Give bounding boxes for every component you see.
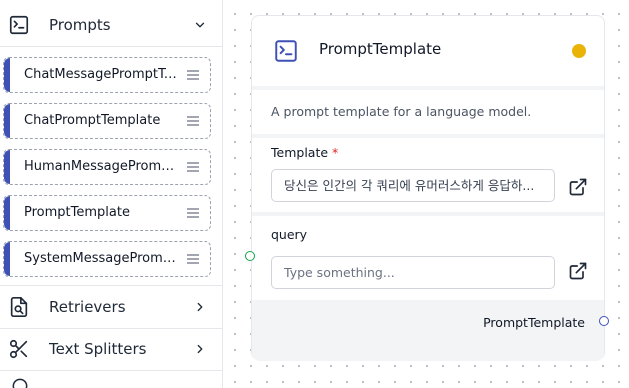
chevron-down-icon[interactable] xyxy=(193,18,207,32)
terminal-square-icon xyxy=(9,15,29,35)
sidebar-item-humanmessageprompttemplate[interactable]: HumanMessagePrompt... xyxy=(3,149,211,185)
sidebar-item-chatprompttemplate[interactable]: ChatPromptTemplate xyxy=(3,103,211,139)
drag-handle-icon[interactable] xyxy=(186,207,200,219)
node-description: A prompt template for a language model. xyxy=(271,104,532,119)
file-search-icon xyxy=(10,297,28,317)
drag-handle-icon[interactable] xyxy=(186,69,200,81)
item-accent xyxy=(4,150,10,184)
chevron-right-icon[interactable] xyxy=(193,300,207,314)
sidebar-item-label: SystemMessagePrompt... xyxy=(24,251,182,266)
terminal-square-icon xyxy=(275,40,297,62)
sidebar-item-chatmessageprompttemplate[interactable]: ChatMessagePromptTe... xyxy=(3,57,211,93)
chevron-right-icon[interactable] xyxy=(193,342,207,356)
node-header: PromptTemplate xyxy=(252,16,604,86)
category-retrievers[interactable]: Retrievers xyxy=(0,285,222,329)
query-input-handle[interactable] xyxy=(245,251,255,261)
item-accent xyxy=(4,196,10,230)
item-accent xyxy=(4,104,10,138)
sidebar-item-label: ChatPromptTemplate xyxy=(24,113,161,128)
output-handle[interactable] xyxy=(599,316,609,326)
drag-handle-icon[interactable] xyxy=(186,253,200,265)
drag-handle-icon[interactable] xyxy=(186,161,200,173)
external-link-icon[interactable] xyxy=(568,261,588,281)
tool-icon xyxy=(12,378,28,388)
category-text-splitters[interactable]: Text Splitters xyxy=(0,328,222,371)
output-label: PromptTemplate xyxy=(483,315,585,330)
scissors-icon xyxy=(9,339,28,359)
node-description-box: A prompt template for a language model. xyxy=(252,90,604,134)
template-label: Template * xyxy=(271,145,339,160)
status-indicator xyxy=(572,44,586,58)
prompt-template-node[interactable]: PromptTemplate A prompt template for a l… xyxy=(251,15,605,361)
drag-handle-icon[interactable] xyxy=(186,115,200,127)
sidebar-item-label: PromptTemplate xyxy=(24,205,130,220)
sidebar-item-systemmessageprompttemplate[interactable]: SystemMessagePrompt... xyxy=(3,241,211,277)
template-input[interactable]: 당신은 인간의 각 쿼리에 유머러스하게 응답하... xyxy=(271,169,555,202)
sidebar: Prompts ChatMessagePromptTe... ChatPromp… xyxy=(0,0,223,388)
query-field: query Type something... xyxy=(252,216,604,300)
item-accent xyxy=(4,242,10,276)
sidebar-item-label: ChatMessagePromptTe... xyxy=(24,67,182,82)
item-accent xyxy=(4,58,10,92)
external-link-icon[interactable] xyxy=(568,177,588,197)
node-title: PromptTemplate xyxy=(319,40,442,58)
sidebar-item-prompttemplate[interactable]: PromptTemplate xyxy=(3,195,211,231)
category-prompts[interactable]: Prompts xyxy=(0,4,222,47)
category-label: Retrievers xyxy=(49,298,126,316)
query-label: query xyxy=(271,227,308,242)
template-field: Template * 당신은 인간의 각 쿼리에 유머러스하게 응답하... xyxy=(252,138,604,212)
category-label: Text Splitters xyxy=(49,340,147,358)
sidebar-item-label: HumanMessagePrompt... xyxy=(24,159,182,174)
category-label: Prompts xyxy=(49,16,111,34)
flow-canvas[interactable]: PromptTemplate A prompt template for a l… xyxy=(223,0,629,388)
query-input[interactable]: Type something... xyxy=(271,256,555,289)
required-mark: * xyxy=(332,145,339,160)
